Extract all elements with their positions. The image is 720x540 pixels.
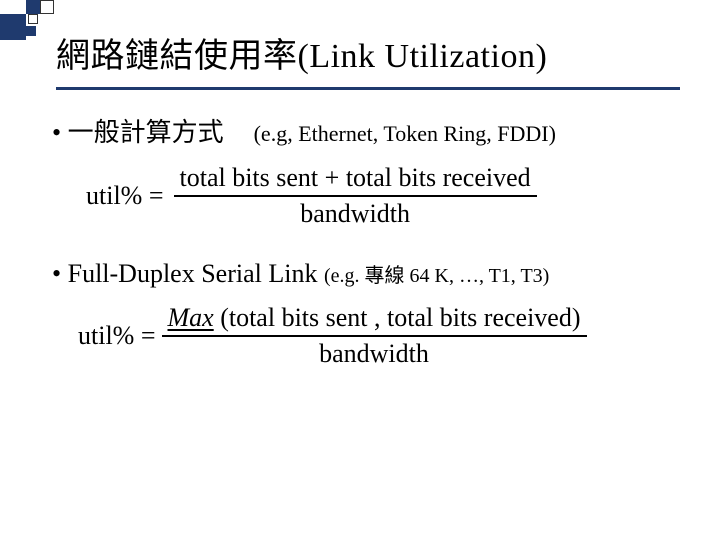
max-keyword: Max: [168, 303, 214, 332]
title-bar: 網路鏈結使用率(Link Utilization): [56, 0, 680, 90]
bullet1-label: • 一般計算方式: [52, 118, 224, 147]
bullet2-label: • Full-Duplex Serial Link: [52, 259, 317, 288]
formula1-denominator: bandwidth: [300, 197, 410, 229]
bullet-general-method: • 一般計算方式 (e.g, Ethernet, Token Ring, FDD…: [52, 112, 680, 149]
bullet1-subnote: (e.g, Ethernet, Token Ring, FDDI): [254, 121, 556, 146]
bullet2-subnote: (e.g. 專線 64 K, …, T1, T3): [324, 265, 549, 287]
formula-general: util% = total bits sent + total bits rec…: [86, 163, 680, 229]
formula-full-duplex: util% = Max (total bits sent , total bit…: [78, 303, 680, 369]
formula2-numerator: Max (total bits sent , total bits receiv…: [162, 303, 587, 335]
formula1-fraction: total bits sent + total bits received ba…: [174, 163, 537, 229]
corner-squares-decoration: [0, 0, 56, 56]
formula2-lhs: util% =: [78, 321, 162, 351]
formula1-numerator: total bits sent + total bits received: [174, 163, 537, 195]
page-title: 網路鏈結使用率(Link Utilization): [56, 28, 547, 77]
formula1-lhs: util% =: [86, 181, 174, 211]
formula2-fraction: Max (total bits sent , total bits receiv…: [162, 303, 587, 369]
formula2-denominator: bandwidth: [319, 337, 429, 369]
formula2-numerator-rest: (total bits sent , total bits received): [214, 303, 581, 332]
content-area: • 一般計算方式 (e.g, Ethernet, Token Ring, FDD…: [0, 90, 720, 369]
bullet-full-duplex: • Full-Duplex Serial Link (e.g. 專線 64 K,…: [52, 259, 680, 289]
